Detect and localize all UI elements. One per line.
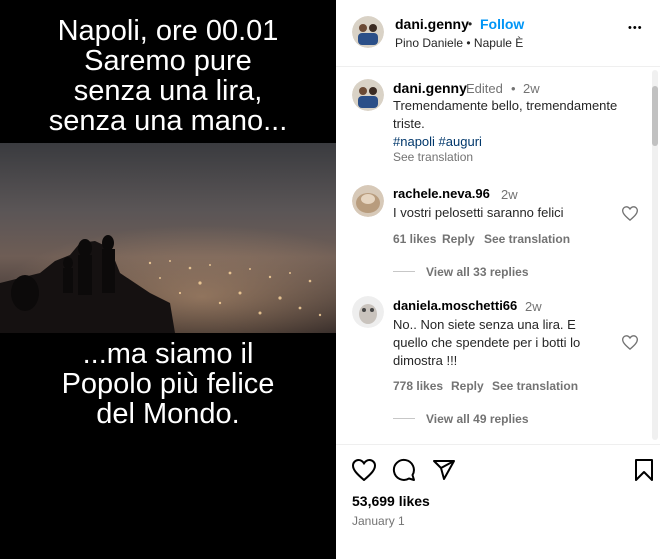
comment-2-text-line-2: quello che spendete per i botti lo xyxy=(393,335,581,350)
caption-top-line-3: senza una lira, xyxy=(73,75,263,107)
scrollbar-thumb[interactable] xyxy=(652,86,658,146)
share-icon[interactable] xyxy=(432,458,456,482)
comment-2-see-translation[interactable]: See translation xyxy=(492,379,578,393)
author-username[interactable]: dani.genny xyxy=(395,16,469,32)
caption-text: Tremendamente bello, tremendamente trist… xyxy=(393,97,617,133)
caption-bottom-line-2: Popolo più felice xyxy=(61,368,275,400)
caption-username[interactable]: dani.genny xyxy=(393,80,467,96)
comment-2-like-icon[interactable] xyxy=(622,335,638,350)
caption-top-line-1: Napoli, ore 00.01 xyxy=(57,15,279,47)
caption-time[interactable]: 2w xyxy=(523,81,540,96)
comment-1-like-icon[interactable] xyxy=(622,206,638,221)
comment-2-text: No.. Non siete senza una lira. E quello … xyxy=(393,316,580,370)
save-bookmark-icon[interactable] xyxy=(634,458,654,482)
post-date[interactable]: January 1 xyxy=(352,514,405,528)
post-header: dani.genny • Follow Pino Daniele • Napul… xyxy=(336,0,660,67)
comment-2-avatar[interactable] xyxy=(352,296,384,328)
comment-2-text-line-1: No.. Non siete senza una lira. E xyxy=(393,317,576,332)
caption-dot: • xyxy=(511,81,516,96)
caption-bottom-line-3: del Mondo. xyxy=(96,398,240,430)
night-city-photo xyxy=(0,143,336,333)
caption-bottom: ...ma siamo il Popolo più felice del Mon… xyxy=(0,339,336,429)
comment-1-view-replies[interactable]: View all 33 replies xyxy=(426,265,529,279)
caption-top-line-4: senza una mano... xyxy=(48,105,288,137)
caption-hashtags[interactable]: #napoli #auguri xyxy=(393,134,482,149)
comment-2-username[interactable]: daniela.moschetti66 xyxy=(393,298,517,313)
comment-1-text: I vostri pelosetti saranno felici xyxy=(393,204,564,222)
caption-top-line-2: Saremo pure xyxy=(84,45,252,77)
comment-1-replies-line xyxy=(393,271,415,272)
caption-see-translation[interactable]: See translation xyxy=(393,150,473,164)
comments-scrollbar[interactable] xyxy=(652,70,658,440)
comment-2-likes[interactable]: 778 likes xyxy=(393,379,443,393)
comment-2-time[interactable]: 2w xyxy=(525,299,542,314)
caption-top: Napoli, ore 00.01 Saremo pure senza una … xyxy=(0,16,336,136)
comment-1-text-line-1: I vostri pelosetti saranno felici xyxy=(393,205,564,220)
comment-1-time[interactable]: 2w xyxy=(501,187,518,202)
comment-icon[interactable] xyxy=(392,458,416,482)
caption-text-line-1: Tremendamente bello, tremendamente xyxy=(393,98,618,113)
caption-avatar[interactable] xyxy=(352,79,384,111)
comment-1-avatar[interactable] xyxy=(352,185,384,217)
audio-subtitle[interactable]: Pino Daniele • Napule È xyxy=(395,36,523,50)
post-media[interactable]: Napoli, ore 00.01 Saremo pure senza una … xyxy=(0,0,336,559)
comment-2-replies-line xyxy=(393,418,415,419)
header-dot: • xyxy=(468,17,473,31)
post-actions: 53,699 likes January 1 xyxy=(336,444,660,560)
more-options-icon[interactable]: ••• xyxy=(628,22,643,34)
comment-1-reply[interactable]: Reply xyxy=(442,232,475,246)
like-icon[interactable] xyxy=(352,459,376,481)
author-avatar[interactable] xyxy=(352,16,384,48)
post-side-panel: dani.genny • Follow Pino Daniele • Napul… xyxy=(336,0,660,559)
caption-bottom-line-1: ...ma siamo il xyxy=(82,338,254,370)
comment-2-text-line-3: dimostra !!! xyxy=(393,353,458,368)
comment-1-username[interactable]: rachele.neva.96 xyxy=(393,186,490,201)
follow-button[interactable]: Follow xyxy=(480,16,524,32)
comment-2-reply[interactable]: Reply xyxy=(451,379,484,393)
comment-2-view-replies[interactable]: View all 49 replies xyxy=(426,412,529,426)
caption-edited: Edited xyxy=(466,81,503,96)
comment-1-see-translation[interactable]: See translation xyxy=(484,232,570,246)
comment-1-likes[interactable]: 61 likes xyxy=(393,232,436,246)
likes-count[interactable]: 53,699 likes xyxy=(352,493,430,509)
caption-text-line-2: triste. xyxy=(393,116,425,131)
